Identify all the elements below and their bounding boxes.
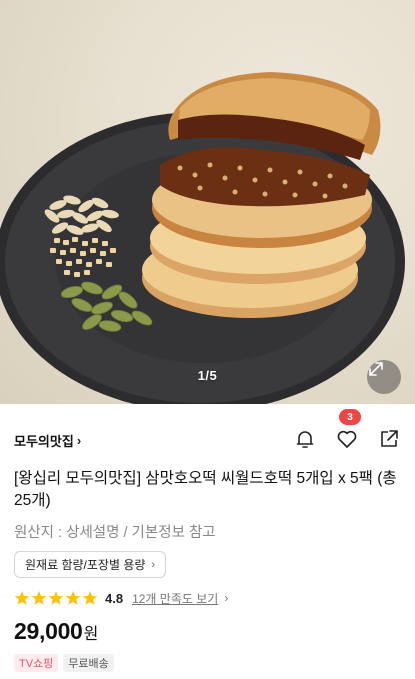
free-shipping-tag: 무료배송	[63, 654, 114, 672]
ingredient-info-button[interactable]: 원재료 함량/포장별 용량 ›	[14, 551, 167, 578]
chevron-right-icon: ›	[76, 432, 82, 448]
image-counter: 1/5	[197, 368, 218, 383]
wishlist-count-badge: 3	[339, 409, 361, 425]
chevron-right-icon: ›	[151, 558, 156, 571]
star-icon	[82, 591, 98, 605]
product-image-gallery[interactable]: 1/5	[0, 0, 415, 404]
product-origin: 원산지 : 상세설명 / 기본정보 참고	[14, 525, 216, 541]
product-photo	[0, 72, 405, 404]
rating-score: 4.8	[105, 590, 124, 606]
ingredient-info-label: 원재료 함량/포장별 용량	[25, 558, 146, 572]
price-unit: 원	[83, 626, 99, 643]
price-row: 29,000 원	[14, 618, 98, 645]
store-row: 모두의맛집 › 3	[14, 409, 402, 452]
share-button[interactable]	[376, 426, 402, 452]
price-amount: 29,000	[14, 618, 83, 644]
rating-row: 4.8 12개 만족도 보기 ›	[14, 588, 228, 608]
expand-image-button[interactable]	[367, 360, 401, 394]
review-link[interactable]: 12개 만족도 보기	[132, 590, 218, 607]
notify-button[interactable]	[292, 426, 318, 452]
heart-icon	[337, 430, 357, 448]
store-name: 모두의맛집	[14, 433, 74, 449]
product-tags: TV쇼핑 무료배송	[14, 654, 119, 672]
expand-icon	[369, 362, 383, 376]
store-link[interactable]: 모두의맛집 ›	[14, 431, 81, 450]
star-icon	[48, 591, 64, 605]
star-icon	[65, 591, 81, 605]
star-rating	[14, 590, 99, 606]
wishlist-button[interactable]: 3	[334, 409, 361, 452]
tv-shopping-tag: TV쇼핑	[14, 654, 59, 672]
product-actions: 3	[276, 409, 402, 452]
star-icon	[31, 591, 47, 605]
share-icon	[381, 430, 398, 447]
star-icon	[14, 591, 30, 605]
product-title: [왕십리 모두의맛집] 삼맛호오떡 씨월드호떡 5개입 x 5팩 (총 25개)	[14, 470, 397, 509]
bell-icon	[296, 431, 314, 448]
chevron-right-icon: ›	[224, 591, 229, 605]
